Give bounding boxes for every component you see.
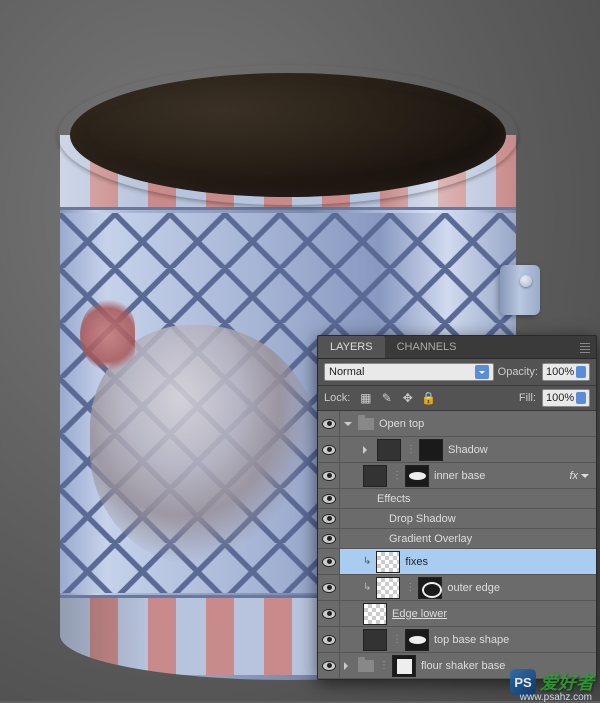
layer-inner-base[interactable]: ⋮ inner base fx — [318, 463, 596, 489]
visibility-toggle[interactable] — [318, 529, 340, 548]
disclosure-triangle-icon[interactable] — [363, 446, 371, 454]
layer-label: outer edge — [447, 582, 500, 594]
eye-icon — [322, 583, 336, 593]
effect-label: Drop Shadow — [389, 513, 456, 525]
layer-top-base-shape[interactable]: ⋮ top base shape — [318, 627, 596, 653]
tab-layers[interactable]: LAYERS — [318, 336, 385, 358]
panel-tabs: LAYERS CHANNELS — [318, 336, 596, 359]
eye-icon — [322, 534, 336, 544]
visibility-toggle[interactable] — [318, 601, 340, 626]
layer-thumb — [363, 465, 387, 487]
layer-outer-edge[interactable]: ↳ ⋮ outer edge — [318, 575, 596, 601]
fx-badge[interactable]: fx — [569, 470, 590, 482]
visibility-toggle[interactable] — [318, 463, 340, 488]
layer-thumb — [363, 629, 387, 651]
opacity-label: Opacity: — [498, 366, 538, 378]
link-icon: ⋮ — [392, 634, 400, 645]
layers-panel[interactable]: LAYERS CHANNELS Normal Opacity: 100% Loc… — [317, 335, 597, 680]
opacity-input[interactable]: 100% — [542, 363, 590, 381]
layer-label: top base shape — [434, 634, 509, 646]
tin-handle — [500, 265, 540, 315]
opacity-slider-icon — [576, 366, 586, 378]
eye-icon — [322, 661, 336, 671]
layer-thumb — [363, 603, 387, 625]
layer-mask-thumb — [392, 655, 416, 677]
disclosure-triangle-icon[interactable] — [344, 662, 352, 670]
lock-label: Lock: — [324, 392, 350, 404]
eye-icon — [322, 445, 336, 455]
folder-icon — [358, 660, 374, 672]
link-icon: ⋮ — [406, 444, 414, 455]
eye-icon — [322, 557, 336, 567]
layer-group-open-top[interactable]: Open top — [318, 411, 596, 437]
fill-label: Fill: — [519, 392, 536, 404]
layer-mask-thumb — [405, 465, 429, 487]
layer-label: Open top — [379, 418, 424, 430]
tab-channels[interactable]: CHANNELS — [385, 336, 469, 358]
eye-icon — [322, 471, 336, 481]
layer-shadow[interactable]: ⋮ Shadow — [318, 437, 596, 463]
layer-edge-lower[interactable]: Edge lower — [318, 601, 596, 627]
fx-disclosure-icon — [581, 474, 589, 482]
fill-value: 100% — [546, 392, 574, 404]
layer-effects-header[interactable]: Effects — [318, 489, 596, 509]
eye-icon — [322, 419, 336, 429]
layer-mask-thumb — [418, 577, 442, 599]
layer-fixes[interactable]: ↳ fixes — [318, 549, 596, 575]
opacity-value: 100% — [546, 366, 574, 378]
layer-label: fixes — [405, 556, 428, 568]
eye-icon — [322, 514, 336, 524]
eye-icon — [322, 494, 336, 504]
layer-label: flour shaker base — [421, 660, 505, 672]
link-icon: ⋮ — [392, 470, 400, 481]
disclosure-triangle-icon[interactable] — [344, 422, 352, 430]
visibility-toggle[interactable] — [318, 549, 340, 574]
visibility-toggle[interactable] — [318, 437, 340, 462]
fill-slider-icon — [576, 392, 586, 404]
link-icon: ⋮ — [379, 660, 387, 671]
eye-icon — [322, 635, 336, 645]
lock-icons: ▦ ✎ ✥ 🔒 — [358, 391, 436, 406]
lock-fill-row: Lock: ▦ ✎ ✥ 🔒 Fill: 100% — [318, 386, 596, 411]
folder-icon — [358, 418, 374, 430]
layer-mask-thumb — [419, 439, 443, 461]
tin-opening — [70, 73, 506, 197]
layer-effect-gradient-overlay[interactable]: Gradient Overlay — [318, 529, 596, 549]
dropdown-arrow-icon — [475, 365, 489, 379]
visibility-toggle[interactable] — [318, 575, 340, 600]
layer-thumb — [376, 551, 400, 573]
layer-mask-thumb — [405, 629, 429, 651]
clip-arrow-icon: ↳ — [363, 556, 371, 567]
fill-input[interactable]: 100% — [542, 389, 590, 407]
effects-label: Effects — [377, 493, 410, 505]
layer-label: inner base — [434, 470, 485, 482]
lock-position-icon[interactable]: ✥ — [400, 391, 415, 406]
visibility-toggle[interactable] — [318, 489, 340, 508]
layer-label: Edge lower — [392, 608, 447, 620]
layer-thumb — [376, 577, 400, 599]
watermark-url: www.psahz.com — [520, 692, 592, 703]
visibility-toggle[interactable] — [318, 509, 340, 528]
layer-list[interactable]: Open top ⋮ Shadow ⋮ inner base fx Effects D… — [318, 411, 596, 679]
lock-all-icon[interactable]: 🔒 — [421, 391, 436, 406]
layer-thumb — [377, 439, 401, 461]
eye-icon — [322, 609, 336, 619]
blend-mode-value: Normal — [329, 366, 364, 378]
effect-label: Gradient Overlay — [389, 533, 472, 545]
visibility-toggle[interactable] — [318, 411, 340, 436]
visibility-toggle[interactable] — [318, 627, 340, 652]
panel-menu-icon[interactable] — [580, 343, 590, 353]
lock-pixels-icon[interactable]: ✎ — [379, 391, 394, 406]
blend-opacity-row: Normal Opacity: 100% — [318, 359, 596, 386]
layer-label: Shadow — [448, 444, 488, 456]
layer-effect-drop-shadow[interactable]: Drop Shadow — [318, 509, 596, 529]
blend-mode-select[interactable]: Normal — [324, 363, 494, 381]
lock-transparency-icon[interactable]: ▦ — [358, 391, 373, 406]
visibility-toggle[interactable] — [318, 653, 340, 678]
clip-arrow-icon: ↳ — [363, 582, 371, 593]
link-icon: ⋮ — [405, 582, 413, 593]
